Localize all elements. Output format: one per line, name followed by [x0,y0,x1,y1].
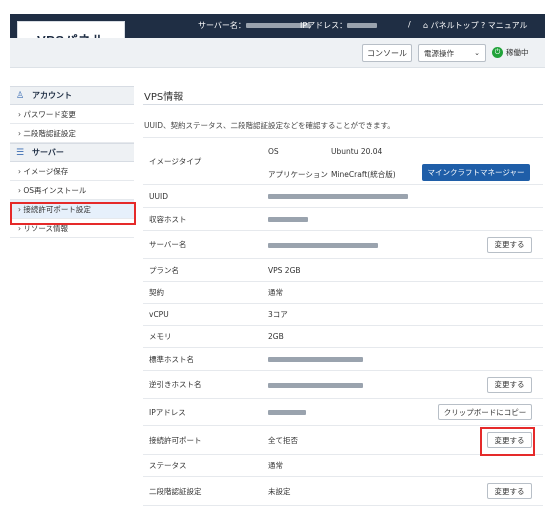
row-value [268,215,308,224]
row-label: サーバー名 [149,240,187,249]
row-label: メモリ [149,332,172,341]
status-text: 稼働中 [506,48,529,57]
row-host: 収容ホスト [143,207,543,230]
ip-address-info: IPアドレス： [300,20,378,31]
row-label: ステータス [149,461,187,470]
sidebar-head-server: ☰ サーバー [10,143,134,162]
server-icon: ☰ [16,147,25,158]
sidebar-item-image-save[interactable]: › イメージ保存 [10,162,134,181]
sidebar-item-os-reinstall[interactable]: › OS再インストール [10,181,134,200]
row-value [268,408,306,417]
row-label: イメージタイプ [149,156,202,166]
user-icon: ♙ [16,90,25,101]
sidebar-head-account-label: アカウント [32,91,72,100]
row-server-name: サーバー名 変更する [143,230,543,258]
row-status: ステータス 通常 [143,454,543,476]
ip-value-redacted [268,410,306,415]
row-label: IPアドレス [149,407,186,417]
row-label: 標準ホスト名 [149,354,194,364]
row-standard-hostname: 標準ホスト名 [143,347,543,370]
row-ip-address: IPアドレス クリップボードにコピー [143,398,543,425]
row-label: プラン名 [149,265,179,275]
sidebar-item-password[interactable]: › パスワード変更 [10,105,134,124]
os-value: Ubuntu 20.04 [331,147,383,156]
row-value [268,355,363,364]
row-plan: プラン名 VPS 2GB [143,258,543,281]
row-value: 通常 [268,288,283,297]
sidebar-head-server-label: サーバー [32,148,64,157]
row-label: 契約 [149,288,164,297]
row-label: 逆引きホスト名 [149,380,202,389]
panel-top-label: パネルトップ [430,21,479,30]
row-label: 接続許可ポート [149,435,202,445]
help-icon: ? [481,21,486,30]
panel-top-link[interactable]: ⌂ パネルトップ [423,20,479,31]
hostname-redacted [268,357,363,362]
row-memory: メモリ 2GB [143,325,543,347]
row-label: 収容ホスト [149,214,187,224]
home-icon: ⌂ [423,21,429,30]
power-select-value: 電源操作 [424,48,454,58]
chevron-down-icon: ⌄ [474,49,480,57]
power-operation-select[interactable]: 電源操作 ⌄ [418,44,486,62]
header-separator: / [408,20,411,29]
highlight-sidebar-port-settings [10,202,136,225]
ip-address-label: IPアドレス： [300,21,348,30]
row-value: 未設定 [268,486,291,496]
row-uuid: UUID [143,184,543,207]
copy-to-clipboard-button[interactable]: クリップボードにコピー [438,404,532,420]
row-vcpu: vCPU 3コア [143,303,543,325]
manual-label: マニュアル [487,21,528,30]
server-status: ⏻ 稼働中 [492,47,529,58]
row-contract: 契約 通常 [143,281,543,303]
server-name-label: サーバー名： [198,21,246,30]
page-description: UUID、契約ステータス、二段階認証設定などを確認することができます。 [144,121,395,130]
sidebar-head-account: ♙ アカウント [10,86,134,105]
app-label: アプリケーション [268,170,328,179]
row-value [268,380,363,389]
row-reverse-hostname: 逆引きホスト名 変更する [143,370,543,398]
change-server-name-button[interactable]: 変更する [487,236,532,253]
power-icon: ⏻ [492,47,503,58]
change-2fa-button[interactable]: 変更する [487,483,532,499]
server-name-value-redacted [268,242,378,248]
minecraft-manager-button[interactable]: マインクラフトマネージャー [422,164,530,181]
row-image-type: イメージタイプ OS Ubuntu 20.04 アプリケーション MineCra… [143,137,543,184]
page-title: VPS情報 [143,88,543,105]
row-value: VPS 2GB [268,265,301,275]
host-redacted [268,217,308,222]
row-value [268,192,408,201]
change-reverse-hostname-button[interactable]: 変更する [487,376,532,393]
row-value: 全て拒否 [268,435,298,445]
main-content: VPS情報 UUID、契約ステータス、二段階認証設定などを確認することができます… [143,88,543,506]
server-name-info: サーバー名： [198,20,310,31]
ip-address-redacted [347,23,378,28]
manual-link[interactable]: ? マニュアル [481,20,528,31]
row-value: 2GB [268,332,284,341]
sidebar-item-2fa[interactable]: › 二段階認証設定 [10,124,134,143]
row-label: vCPU [149,310,169,319]
row-value: 通常 [268,461,283,470]
highlight-change-ports-button [480,427,535,456]
row-value [268,240,378,249]
os-label: OS [268,147,279,156]
app-value: MineCraft(統合版) [331,170,396,179]
console-button[interactable]: コンソール [362,44,412,62]
row-label: UUID [149,191,168,201]
row-label: 二段階認証設定 [149,486,202,496]
row-value: 3コア [268,310,288,319]
row-2fa: 二段階認証設定 未設定 変更する [143,476,543,506]
uuid-redacted [268,194,408,199]
reverse-hostname-redacted [268,382,363,388]
